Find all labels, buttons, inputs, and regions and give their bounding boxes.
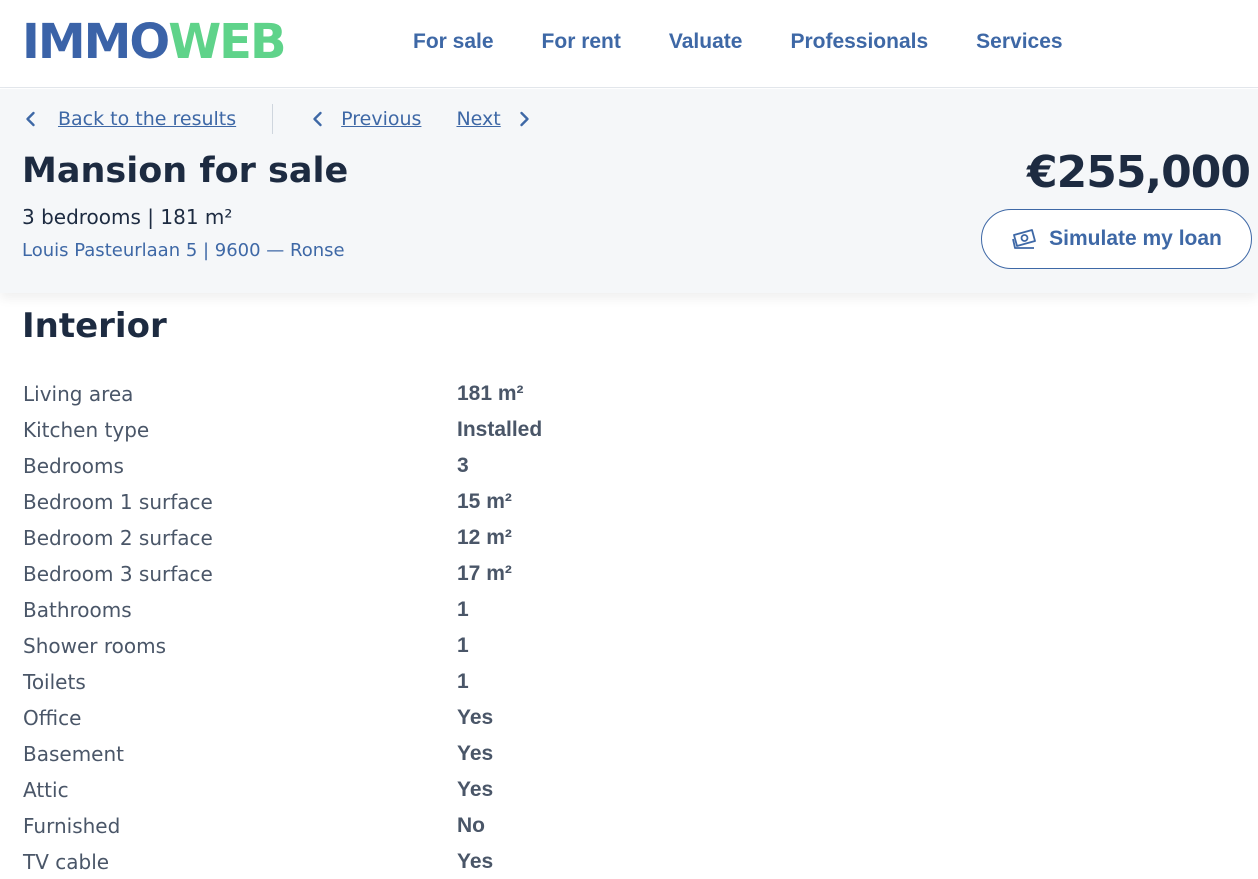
spec-row: Bedroom 2 surface 12 m² — [23, 520, 923, 556]
breadcrumb: Back to the results Previous Next — [22, 104, 533, 134]
simulate-loan-button[interactable]: Simulate my loan — [981, 209, 1252, 269]
simulate-loan-label: Simulate my loan — [1049, 227, 1222, 250]
spec-label: Furnished — [23, 814, 121, 838]
spec-row: Bedrooms 3 — [23, 448, 923, 484]
spec-row: Kitchen type Installed — [23, 412, 923, 448]
nav-valuate[interactable]: Valuate — [669, 26, 743, 58]
chevron-left-icon[interactable] — [309, 110, 327, 128]
breadcrumb-divider — [272, 104, 274, 134]
spec-label: Toilets — [23, 670, 86, 694]
back-to-results-link[interactable]: Back to the results — [58, 108, 236, 130]
spec-value: 12 m² — [457, 526, 512, 549]
spec-row: Bathrooms 1 — [23, 592, 923, 628]
spec-row: Living area 181 m² — [23, 376, 923, 412]
spec-row: Toilets 1 — [23, 664, 923, 700]
spec-row: Bedroom 3 surface 17 m² — [23, 556, 923, 592]
spec-row: Basement Yes — [23, 736, 923, 772]
listing-price: €255,000 — [1026, 147, 1251, 198]
spec-value: 3 — [457, 454, 469, 477]
interior-heading: Interior — [22, 306, 167, 346]
spec-label: Bedroom 3 surface — [23, 562, 213, 586]
chevron-right-icon[interactable] — [515, 110, 533, 128]
top-navigation-bar: IMMOWEB For sale For rent Valuate Profes… — [0, 0, 1258, 88]
spec-value: 181 m² — [457, 382, 524, 405]
spec-label: Bedroom 2 surface — [23, 526, 213, 550]
money-icon — [1011, 226, 1039, 252]
immoweb-logo[interactable]: IMMOWEB — [22, 14, 287, 70]
next-link[interactable]: Next — [456, 108, 500, 130]
chevron-left-icon[interactable] — [22, 110, 40, 128]
listing-title: Mansion for sale — [22, 151, 349, 191]
spec-row: TV cable Yes — [23, 844, 923, 879]
spec-label: Office — [23, 706, 82, 730]
listing-header: Back to the results Previous Next Mansio… — [0, 89, 1258, 293]
spec-value: Yes — [457, 778, 494, 801]
logo-immo: IMMO — [22, 14, 170, 70]
spec-label: Kitchen type — [23, 418, 150, 442]
spec-label: Attic — [23, 778, 69, 802]
spec-value: 1 — [457, 670, 469, 693]
spec-label: Bedrooms — [23, 454, 124, 478]
spec-value: 17 m² — [457, 562, 512, 585]
spec-label: Shower rooms — [23, 634, 167, 658]
logo-web: WEB — [168, 14, 286, 70]
spec-row: Office Yes — [23, 700, 923, 736]
main-nav: For sale For rent Valuate Professionals … — [413, 26, 1111, 58]
spec-label: Living area — [23, 382, 134, 406]
spec-value: Yes — [457, 850, 494, 873]
spec-row: Shower rooms 1 — [23, 628, 923, 664]
spec-value: Installed — [457, 418, 543, 441]
nav-for-sale[interactable]: For sale — [413, 26, 494, 58]
spec-value: 1 — [457, 598, 469, 621]
spec-value: No — [457, 814, 485, 837]
spec-label: TV cable — [23, 850, 110, 874]
spec-value: Yes — [457, 706, 494, 729]
interior-specs-table: Living area 181 m² Kitchen type Installed … — [23, 376, 923, 879]
listing-summary: 3 bedrooms | 181 m² — [22, 205, 233, 229]
previous-link[interactable]: Previous — [341, 108, 421, 130]
nav-for-rent[interactable]: For rent — [542, 26, 621, 58]
spec-value: Yes — [457, 742, 494, 765]
nav-professionals[interactable]: Professionals — [790, 26, 928, 58]
spec-value: 1 — [457, 634, 469, 657]
listing-address[interactable]: Louis Pasteurlaan 5 | 9600 — Ronse — [22, 240, 345, 261]
nav-services[interactable]: Services — [976, 26, 1062, 58]
spec-label: Bathrooms — [23, 598, 132, 622]
spec-label: Basement — [23, 742, 125, 766]
spec-row: Attic Yes — [23, 772, 923, 808]
spec-row: Furnished No — [23, 808, 923, 844]
spec-label: Bedroom 1 surface — [23, 490, 213, 514]
spec-row: Bedroom 1 surface 15 m² — [23, 484, 923, 520]
spec-value: 15 m² — [457, 490, 512, 513]
